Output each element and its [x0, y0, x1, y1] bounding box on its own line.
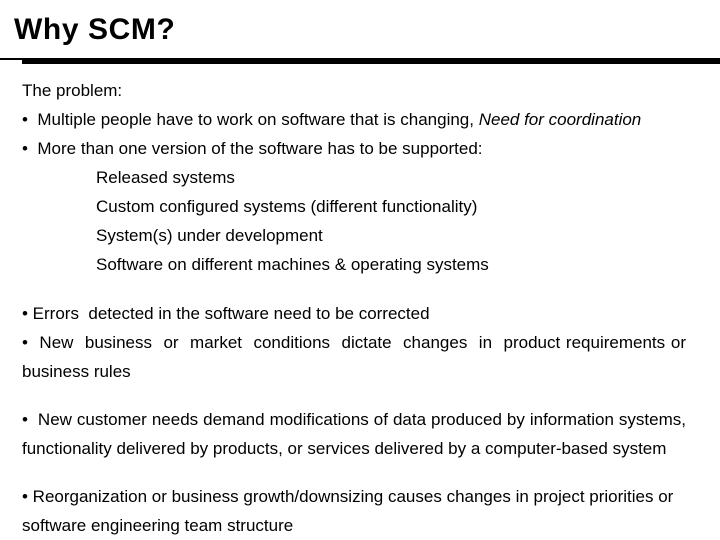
slide-canvas: Why SCM? The problem: • Multiple people … — [0, 0, 720, 540]
spacer-after-customer — [22, 463, 686, 482]
list-item: System(s) under development — [96, 226, 323, 245]
bullet-reorganization: • Reorganization or business growth/down… — [22, 487, 679, 535]
bullet-multiple-people-emphasis: Need for coordination — [478, 110, 642, 129]
bullet-new-customer-needs: • New customer needs demand modification… — [22, 410, 691, 458]
spacer-after-subitems — [22, 279, 686, 299]
problem-lead-text: The problem: — [22, 81, 123, 100]
bullet-errors-detected: • Errors detected in the software need t… — [22, 304, 430, 323]
list-item: Released systems — [96, 168, 235, 187]
slide-body: The problem: • Multiple people have to w… — [22, 76, 686, 540]
title-divider-thick — [22, 60, 720, 64]
spacer-after-business — [22, 386, 686, 405]
bullet-multiple-people: • Multiple people have to work on softwa… — [22, 105, 686, 134]
bullet-more-than-one-version: • More than one version of the software … — [22, 139, 483, 158]
page-title: Why SCM? — [14, 13, 176, 46]
bullet-new-business: • New business or market conditions dict… — [22, 333, 691, 381]
list-item: Software on different machines & operati… — [96, 255, 489, 274]
slide-title-block: Why SCM? — [0, 0, 720, 64]
bullet-multiple-people-text: • Multiple people have to work on softwa… — [22, 110, 479, 129]
list-item: Custom configured systems (different fun… — [96, 197, 478, 216]
